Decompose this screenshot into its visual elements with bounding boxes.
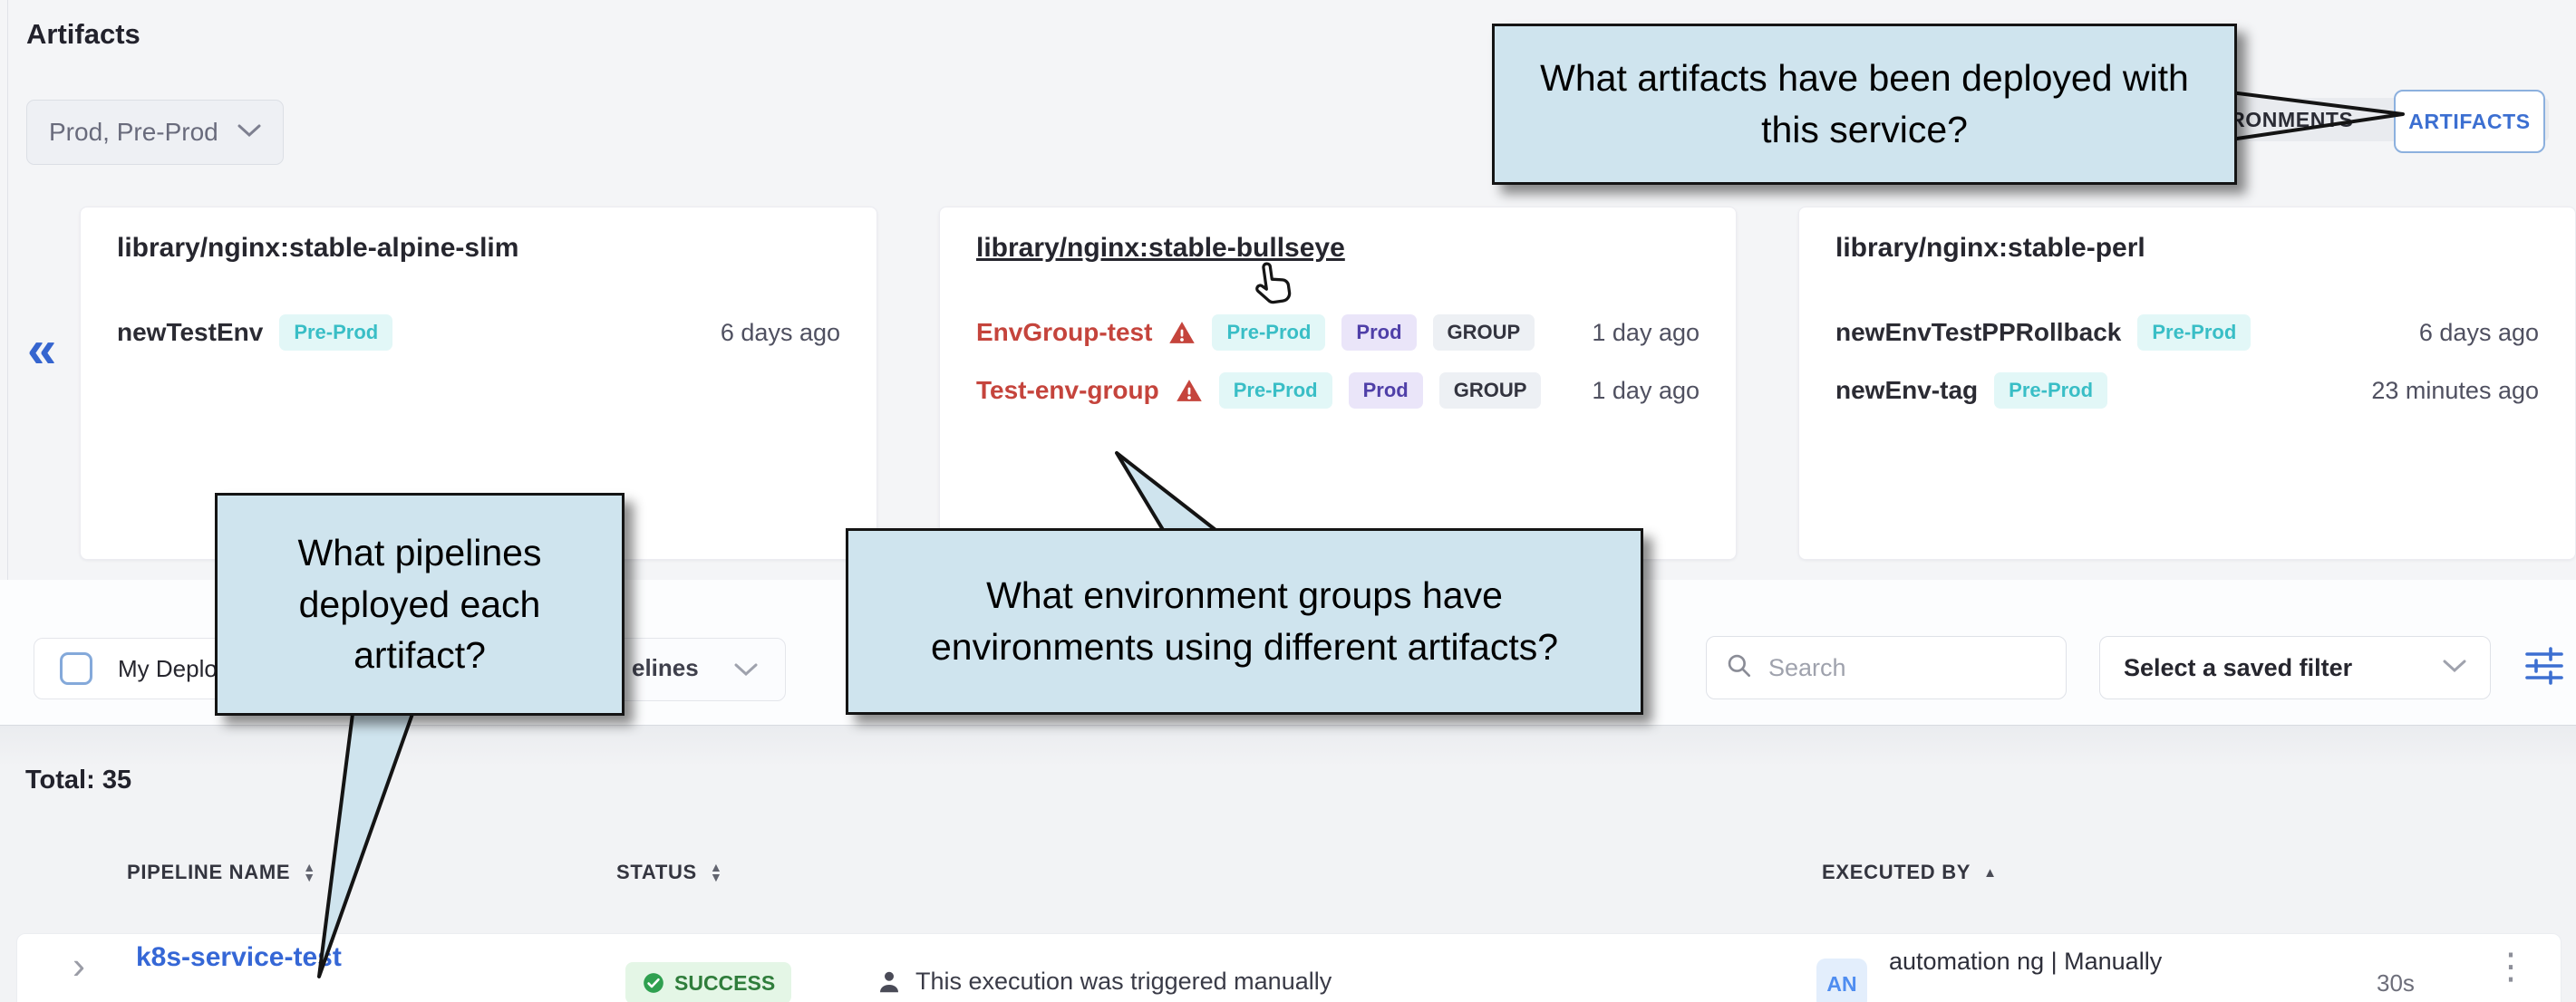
callout-pipelines-question: What pipelines deployed each artifact?	[215, 493, 625, 716]
tab-artifacts[interactable]: ARTIFACTS	[2394, 90, 2545, 153]
artifact-title[interactable]: library/nginx:stable-alpine-slim	[117, 233, 518, 264]
environment-name[interactable]: newTestEnv	[117, 318, 263, 347]
deployment-time: 23 minutes ago	[2371, 377, 2539, 405]
environment-type-filter-dropdown[interactable]: Prod, Pre-Prod	[26, 100, 284, 165]
sort-icon[interactable]: ▲▼	[710, 862, 723, 882]
search-input[interactable]	[1767, 653, 2033, 683]
column-header-label: EXECUTED BY	[1822, 861, 1971, 884]
badge-prod: Prod	[1341, 314, 1416, 351]
column-header-executed-by[interactable]: EXECUTED BY ▲	[1822, 861, 1998, 884]
warning-icon	[1168, 319, 1196, 346]
search-icon	[1725, 651, 1754, 685]
trigger-info: This execution was triggered manually	[876, 968, 1332, 996]
badge-preprod: Pre-Prod	[2137, 314, 2251, 351]
saved-filter-value: Select a saved filter	[2124, 654, 2352, 682]
column-header-pipeline-name[interactable]: PIPELINE NAME ▲▼	[127, 861, 316, 884]
callout-tail	[1101, 446, 1246, 536]
badge-prod: Prod	[1349, 372, 1423, 409]
chevron-down-icon	[734, 662, 758, 681]
artifact-deployment-row: newTestEnv Pre-Prod 6 days ago	[117, 307, 840, 358]
environment-group-link[interactable]: Test-env-group	[976, 376, 1159, 405]
search-box	[1706, 636, 2067, 699]
status-label: SUCCESS	[674, 971, 775, 996]
row-menu-icon[interactable]: ⋮	[2493, 946, 2529, 988]
column-header-label: STATUS	[616, 861, 697, 884]
environment-type-filter-value: Prod, Pre-Prod	[49, 118, 218, 147]
deployment-time: 1 day ago	[1592, 377, 1700, 405]
artifact-card: library/nginx:stable-bullseye EnvGroup-t…	[939, 207, 1737, 560]
artifact-title[interactable]: library/nginx:stable-perl	[1835, 233, 2145, 264]
callout-tail	[2225, 80, 2416, 152]
badge-preprod: Pre-Prod	[1219, 372, 1332, 409]
filter-settings-icon[interactable]	[2523, 645, 2565, 691]
environment-name[interactable]: newEnvTestPPRollback	[1835, 318, 2121, 347]
my-deployments-checkbox[interactable]	[60, 652, 92, 685]
saved-filter-dropdown[interactable]: Select a saved filter	[2099, 636, 2491, 699]
total-count: Total: 35	[25, 766, 131, 795]
check-circle-icon	[642, 971, 665, 995]
deployment-time: 6 days ago	[2419, 319, 2539, 347]
artifact-deployment-row: newEnvTestPPRollback Pre-Prod 6 days ago	[1835, 307, 2539, 358]
badge-group: GROUP	[1433, 314, 1535, 351]
environment-group-link[interactable]: EnvGroup-test	[976, 318, 1152, 347]
chevron-down-icon	[2443, 659, 2466, 678]
badge-preprod: Pre-Prod	[1212, 314, 1325, 351]
status-badge: SUCCESS	[625, 962, 791, 1002]
artifact-deployment-row: newEnv-tag Pre-Prod 23 minutes ago	[1835, 365, 2539, 416]
callout-env-groups-question: What environment groups have environment…	[846, 528, 1643, 715]
page-title: Artifacts	[26, 18, 140, 51]
sort-ascending-icon[interactable]: ▲	[1983, 865, 1998, 881]
environment-name[interactable]: newEnv-tag	[1835, 376, 1978, 405]
deployment-time: 6 days ago	[721, 319, 840, 347]
artifacts-page: Artifacts Prod, Pre-Prod « ENVIRONMENTS …	[0, 0, 2576, 1002]
person-icon	[876, 968, 903, 996]
column-header-label: PIPELINE NAME	[127, 861, 290, 884]
callout-tail	[299, 708, 435, 980]
chevron-down-icon	[237, 123, 261, 142]
trigger-text: This execution was triggered manually	[915, 968, 1332, 996]
deployment-time: 1 day ago	[1592, 319, 1700, 347]
pipelines-filter-value: elines	[632, 654, 699, 682]
badge-preprod: Pre-Prod	[279, 314, 392, 351]
collapse-panel-icon[interactable]: «	[27, 319, 56, 380]
warning-icon	[1176, 377, 1203, 404]
execution-duration: 30s	[2377, 969, 2415, 997]
badge-group: GROUP	[1439, 372, 1542, 409]
executed-by-text: automation ng | Manually	[1889, 948, 2162, 976]
artifact-deployment-row: EnvGroup-test Pre-Prod Prod GROUP 1 day ago	[976, 307, 1700, 358]
artifact-card: library/nginx:stable-perl newEnvTestPPRo…	[1798, 207, 2576, 560]
expand-row-icon[interactable]: ›	[73, 944, 85, 988]
avatar: AN	[1816, 959, 1867, 1002]
callout-artifacts-question: What artifacts have been deployed with t…	[1492, 24, 2237, 185]
column-header-status[interactable]: STATUS ▲▼	[616, 861, 723, 884]
badge-preprod: Pre-Prod	[1994, 372, 2107, 409]
artifact-deployment-row: Test-env-group Pre-Prod Prod GROUP 1 day ago	[976, 365, 1700, 416]
hand-cursor-icon	[1244, 255, 1302, 317]
